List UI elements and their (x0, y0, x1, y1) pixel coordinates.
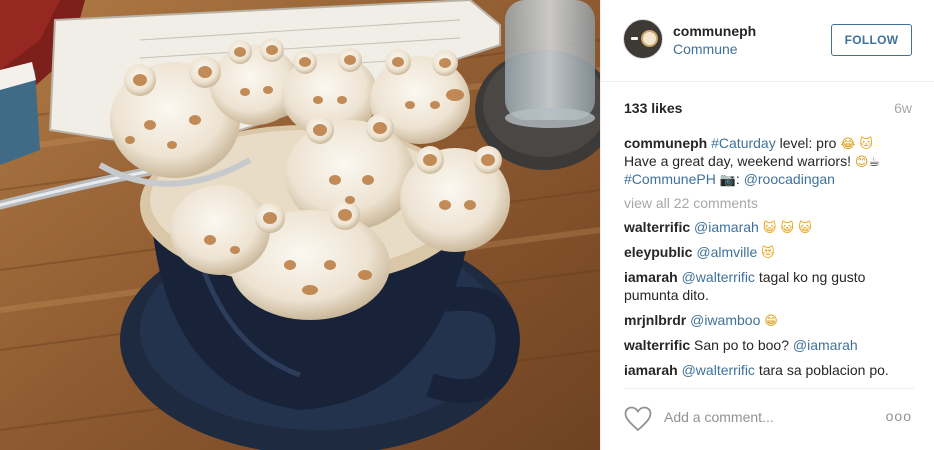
comment-username[interactable]: iamarah (624, 362, 678, 378)
joy-emoji-icon: 😂 (840, 137, 856, 152)
comment-item: mrjnlbrdr @iwamboo 😁 (624, 311, 914, 329)
view-all-comments-link[interactable]: view all 22 comments (624, 194, 914, 212)
smiley-cat-emoji-icon: 😺 😺 😺 (762, 221, 812, 236)
post-age[interactable]: 6w (894, 100, 912, 116)
camera-emoji-icon: 📷 (719, 173, 736, 188)
comment-username[interactable]: walterrific (624, 337, 690, 353)
comment-text: San po to boo? (694, 337, 793, 353)
post-stats: 133 likes 6w (601, 82, 934, 128)
owner-username[interactable]: communeph (673, 23, 756, 39)
post-details-panel: communeph Commune FOLLOW 133 likes 6w co… (600, 0, 934, 450)
avatar-logo-mark (631, 37, 638, 40)
post-photo[interactable] (0, 0, 600, 450)
caption-text: : (735, 171, 744, 187)
comment-item: walterrific San po to boo? @iamarah (624, 336, 914, 354)
comment-username[interactable]: walterrific (624, 219, 690, 235)
coffee-emoji-icon: ☕ (868, 155, 881, 170)
heart-icon[interactable] (624, 406, 652, 432)
comment-item: iamarah @walterrific tara sa poblacion p… (624, 361, 914, 379)
caption-username[interactable]: communeph (624, 135, 707, 151)
comment-mention[interactable]: @iamarah (694, 219, 759, 235)
avatar[interactable] (623, 19, 663, 59)
comment-text: tara sa poblacion po. (754, 362, 889, 378)
caption-mention[interactable]: @roocadingan (744, 171, 835, 187)
smile-emoji-icon: 😊 (854, 155, 869, 170)
grin-emoji-icon: 😁 (764, 314, 778, 329)
comment-mention[interactable]: @walterrific (682, 269, 755, 285)
heart-eyes-cat-emoji-icon: 😻 (761, 246, 775, 261)
caption-hashtag[interactable]: #Caturday (711, 135, 776, 151)
comment-item: iamarah @walterrific tagal ko ng gusto p… (624, 268, 914, 304)
comment-username[interactable]: mrjnlbrdr (624, 312, 686, 328)
comment-item: eleypublic @almville 😻 (624, 243, 914, 261)
comment-item: walterrific @iamarah 😺 😺 😺 (624, 218, 914, 236)
comment-username[interactable]: iamarah (624, 269, 678, 285)
post-footer: Add a comment... ooo (624, 388, 914, 450)
caption: communeph #Caturday level: pro 😂 🐱 Have … (624, 134, 914, 188)
more-options-icon[interactable]: ooo (886, 408, 912, 424)
add-comment-input[interactable]: Add a comment... (664, 409, 774, 425)
follow-button[interactable]: FOLLOW (831, 24, 912, 56)
owner-full-name[interactable]: Commune (673, 41, 738, 57)
avatar-logo (641, 30, 658, 47)
post-card: communeph Commune FOLLOW 133 likes 6w co… (0, 0, 934, 450)
comment-mention[interactable]: @walterrific (682, 362, 755, 378)
caption-text: Have a great day, weekend warriors! (624, 153, 855, 169)
comment-mention[interactable]: @iamarah (793, 337, 858, 353)
caption-text: level: pro (775, 135, 841, 151)
post-header: communeph Commune FOLLOW (601, 0, 934, 82)
comment-mention[interactable]: @almville (696, 244, 757, 260)
comment-mention[interactable]: @iwamboo (690, 312, 760, 328)
comment-username[interactable]: eleypublic (624, 244, 692, 260)
likes-count[interactable]: 133 likes (624, 100, 682, 116)
cat-emoji-icon: 🐱 (859, 137, 873, 152)
caption-hashtag[interactable]: #CommunePH (624, 171, 716, 187)
comment-list: communeph #Caturday level: pro 😂 🐱 Have … (624, 134, 914, 386)
latte-art-illustration (0, 0, 600, 450)
